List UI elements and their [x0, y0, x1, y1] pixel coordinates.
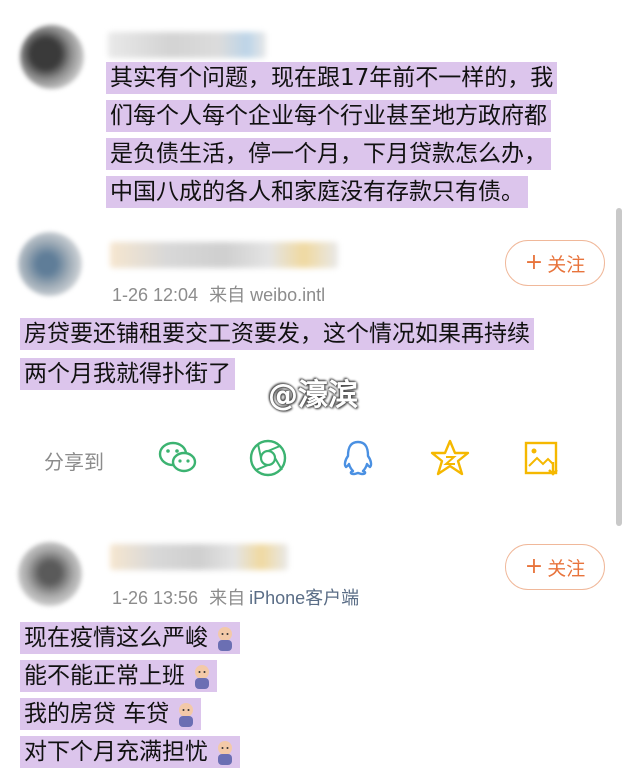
share-label: 分享到: [44, 450, 104, 474]
qzone-icon[interactable]: [428, 436, 472, 480]
comment-line: 是负债生活，停一个月，下月贷款怎么办，: [106, 138, 551, 170]
save-image-icon[interactable]: [520, 436, 564, 480]
source-prefix: 来自: [209, 588, 246, 608]
qq-icon[interactable]: [336, 436, 380, 480]
comment-line: 能不能正常上班: [20, 660, 217, 692]
username-blurred[interactable]: [108, 32, 266, 58]
baby-emoji-icon: [218, 626, 232, 651]
comment-line: 我的房贷 车贷: [20, 698, 202, 730]
timestamp: 1-26 12:04: [112, 285, 199, 305]
follow-button[interactable]: + 关注: [505, 240, 605, 286]
comment-meta: 1-26 12:04 来自 weibo.intl: [112, 281, 325, 307]
wechat-icon[interactable]: [156, 436, 200, 480]
comment-line: 中国八成的各人和家庭没有存款只有债。: [106, 176, 528, 208]
avatar[interactable]: [18, 542, 82, 606]
plus-icon: +: [524, 554, 544, 579]
baby-emoji-icon: [218, 740, 232, 765]
comment-line: 现在疫情这么严峻: [20, 622, 240, 654]
avatar[interactable]: [18, 232, 82, 296]
username-blurred[interactable]: [110, 242, 338, 268]
comment-line: 其实有个问题，现在跟17年前不一样的，我: [106, 62, 558, 94]
plus-icon: +: [524, 250, 544, 275]
moments-icon[interactable]: [246, 436, 290, 480]
comment-line: 两个月我就得扑街了: [20, 358, 235, 390]
scrollbar[interactable]: [616, 208, 622, 526]
baby-emoji-icon: [195, 664, 209, 689]
watermark: @濠滨: [268, 378, 358, 413]
username-blurred[interactable]: [110, 544, 288, 570]
comment-line: 对下个月充满担忧: [20, 736, 240, 768]
source-label[interactable]: iPhone客户端: [249, 588, 359, 608]
comment-meta: 1-26 13:56 来自 iPhone客户端: [112, 584, 359, 610]
follow-button[interactable]: + 关注: [505, 544, 605, 590]
timestamp: 1-26 13:56: [112, 588, 199, 608]
baby-emoji-icon: [179, 702, 194, 727]
avatar[interactable]: [20, 25, 84, 89]
comment-line: 房贷要还铺租要交工资要发，这个情况如果再持续: [20, 318, 534, 350]
source-label: 来自 weibo.intl: [209, 285, 326, 305]
comment-line: 们每个人每个企业每个行业甚至地方政府都: [106, 100, 551, 132]
